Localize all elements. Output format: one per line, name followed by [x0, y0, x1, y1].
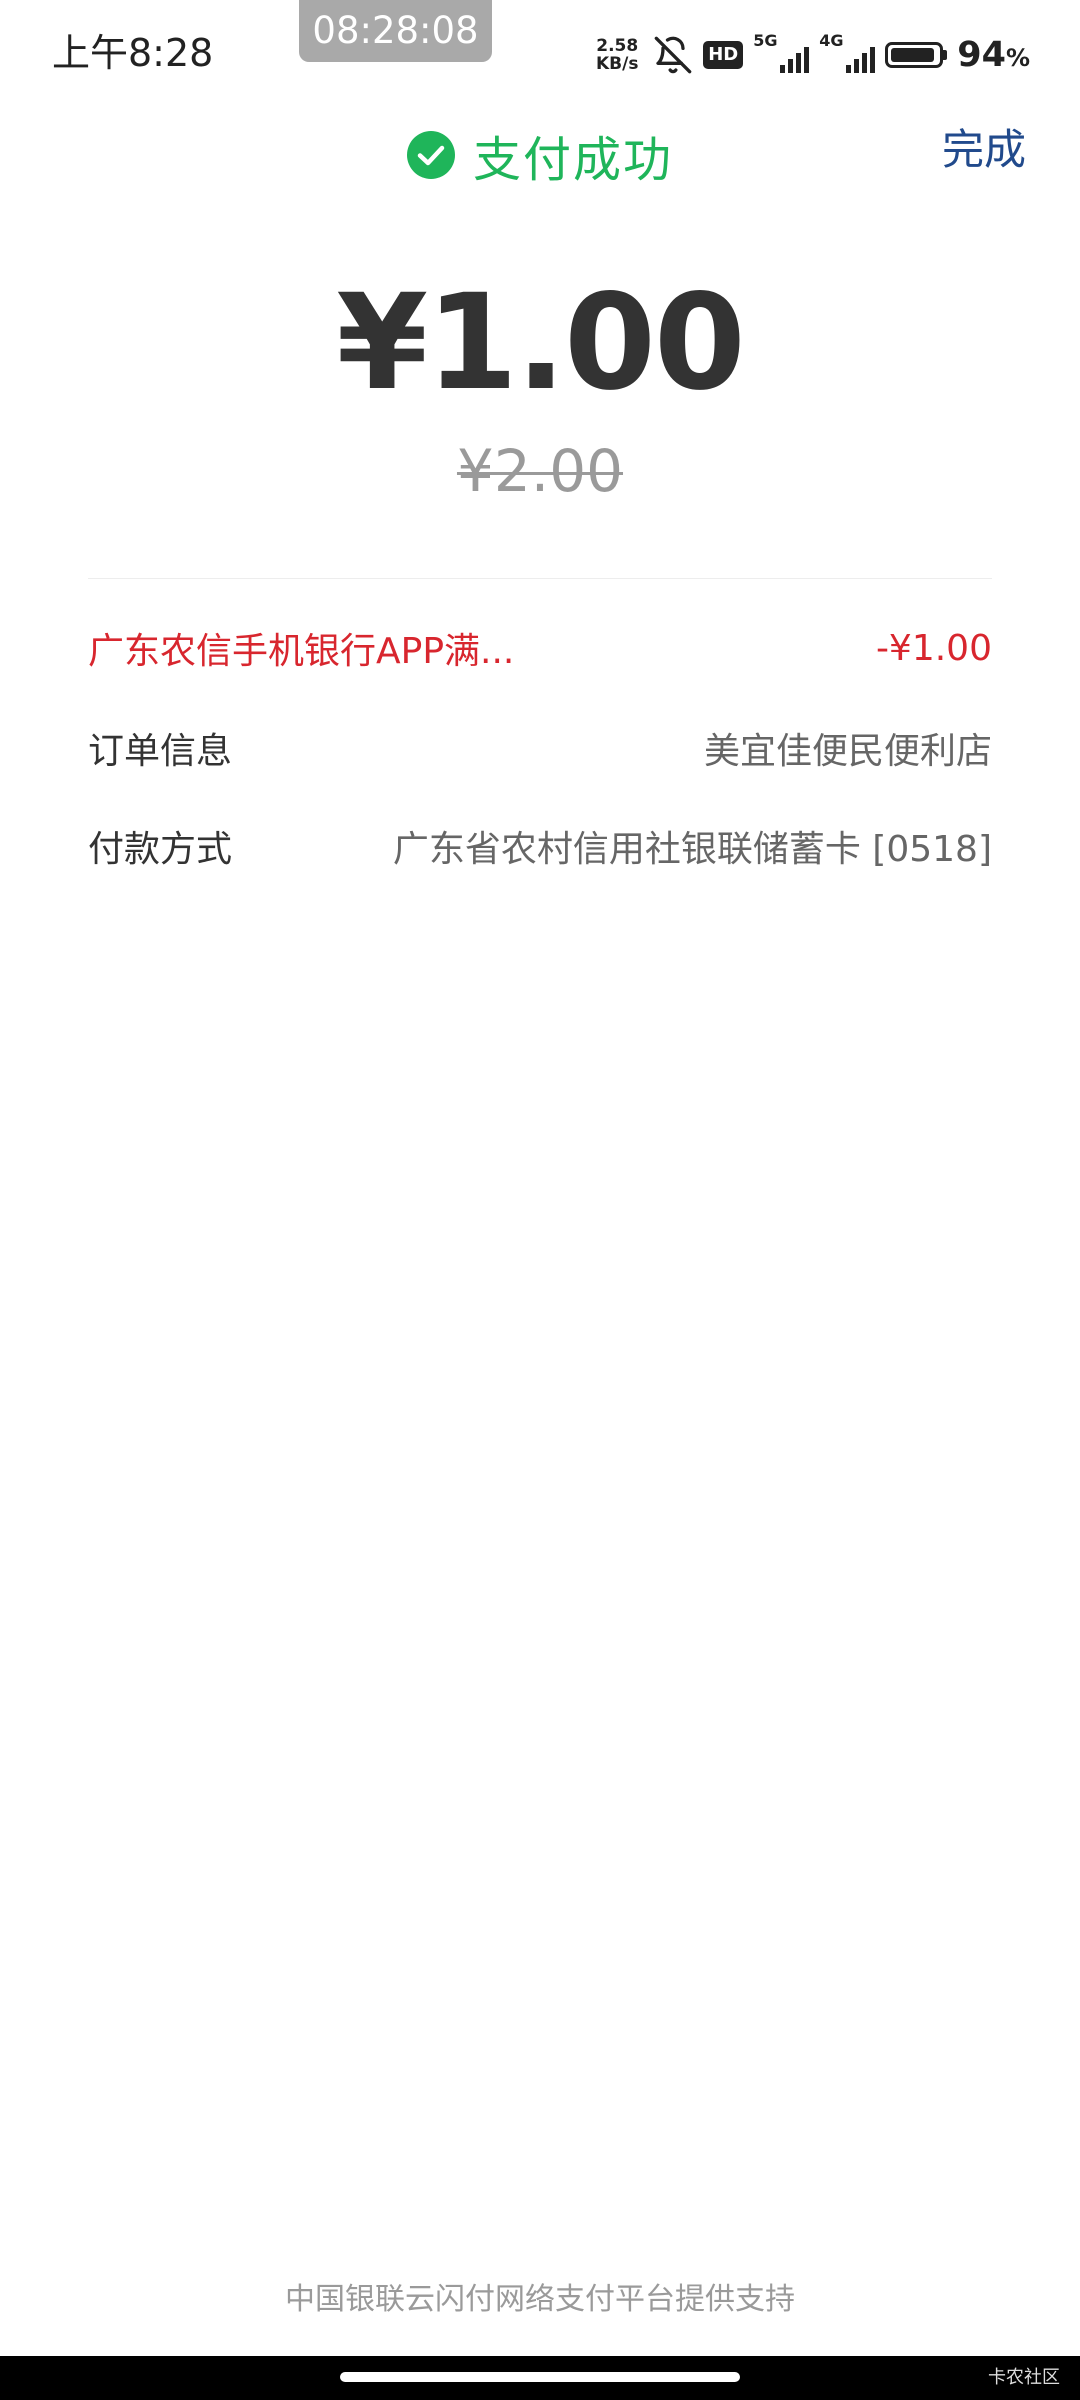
signal-4g-icon: 4G: [819, 31, 876, 77]
status-icons: 2.58 KB/s HD 5G 4G 94%: [591, 30, 1030, 80]
network-speed: 2.58 KB/s: [591, 37, 643, 73]
signal-4g-label: 4G: [819, 31, 844, 50]
hd-voice-badge: HD: [703, 41, 744, 69]
check-circle-icon: [406, 131, 455, 179]
payment-success-screen: 上午8:28 08:28:08 2.58 KB/s HD 5G 4G 94% 支…: [0, 0, 1080, 2400]
discount-value: -¥1.00: [875, 627, 992, 669]
battery-percent: 94%: [957, 35, 1030, 75]
order-info-row: 订单信息 美宜佳便民便利店: [88, 716, 992, 780]
network-speed-unit: KB/s: [595, 54, 639, 74]
bell-off-icon: [654, 36, 692, 74]
battery-fill: [891, 48, 935, 62]
merchant-name: 美宜佳便民便利店: [703, 731, 992, 772]
order-info-label: 订单信息: [88, 731, 233, 772]
payment-method-value: 广东省农村信用社银联储蓄卡 [0518]: [392, 829, 992, 870]
watermark: 卡农社区: [988, 2367, 1060, 2388]
header: 支付成功 完成: [0, 110, 1080, 200]
header-title-group: 支付成功: [0, 110, 1080, 200]
status-bar: 上午8:28 08:28:08 2.58 KB/s HD 5G 4G 94%: [0, 0, 1080, 100]
status-time: 上午8:28: [52, 31, 214, 75]
page-title: 支付成功: [472, 132, 673, 188]
discount-row: 广东农信手机银行APP满... -¥1.00: [88, 616, 992, 680]
signal-5g-icon: 5G: [753, 31, 810, 77]
signal-5g-label: 5G: [753, 31, 778, 50]
divider: [88, 578, 992, 579]
paid-amount: ¥1.00: [336, 266, 746, 420]
payment-method-label: 付款方式: [88, 829, 233, 870]
battery-icon: [885, 42, 948, 68]
screen-record-timer[interactable]: 08:28:08: [299, 0, 492, 62]
payment-method-row: 付款方式 广东省农村信用社银联储蓄卡 [0518]: [88, 814, 992, 878]
home-indicator[interactable]: [340, 2372, 740, 2382]
original-amount: ¥2.00: [456, 437, 624, 505]
network-speed-value: 2.58: [596, 36, 639, 56]
done-button[interactable]: 完成: [942, 110, 1026, 190]
discount-label: 广东农信手机银行APP满...: [88, 631, 515, 672]
footer-provider-text: 中国银联云闪付网络支付平台提供支持: [285, 2282, 795, 2317]
